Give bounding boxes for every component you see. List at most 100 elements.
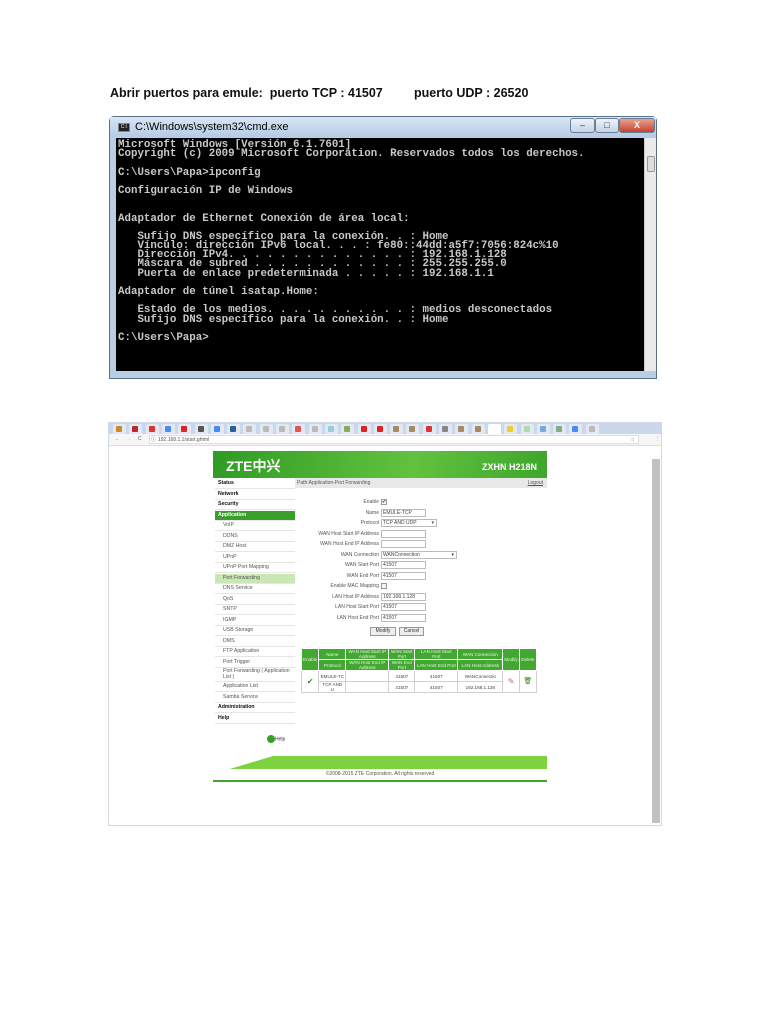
browser-tab[interactable]	[422, 424, 436, 434]
browser-tab[interactable]	[569, 424, 583, 434]
browser-tab[interactable]	[324, 424, 338, 434]
col-wan-connection: WAN Connection	[457, 648, 504, 660]
text-field[interactable]	[381, 529, 426, 538]
browser-tab[interactable]	[341, 424, 355, 434]
browser-tab[interactable]	[194, 424, 208, 434]
favicon-icon	[197, 426, 204, 432]
browser-tab[interactable]	[471, 424, 485, 434]
text-field[interactable]: 41507	[381, 613, 426, 622]
browser-tab[interactable]	[585, 424, 599, 434]
field-label: WAN Connection	[340, 551, 379, 558]
browser-tab[interactable]	[439, 424, 452, 434]
console-line: Configuración IP de Windows	[118, 184, 293, 197]
browser-tab[interactable]	[406, 424, 420, 434]
select-value: WANConnection	[383, 551, 420, 558]
browser-tab[interactable]	[487, 424, 501, 434]
browser-tab[interactable]	[292, 424, 306, 434]
cmd-scrollbar[interactable]	[644, 138, 656, 371]
browser-tab[interactable]	[373, 424, 387, 434]
table-row: ✔ EMULE-TC 41507 41507 WANConnectio ✎ 🗑	[300, 670, 537, 693]
browser-tab[interactable]	[504, 424, 518, 434]
col-lan-host-start-port: LAN Host Start Port	[414, 648, 459, 660]
favicon-icon	[213, 426, 220, 432]
favicon-icon	[393, 426, 400, 432]
browser-tab[interactable]	[390, 424, 404, 434]
text-field[interactable]	[381, 540, 426, 548]
field-label: Enable MAC Mapping	[330, 583, 379, 589]
close-button[interactable]: X	[619, 118, 655, 133]
select-value: TCP AND UDP	[383, 520, 417, 526]
browser-scrollbar[interactable]	[652, 459, 660, 823]
select-field[interactable]: WANConnection ▾	[381, 550, 457, 559]
favicon-icon	[327, 426, 334, 432]
document-title: Abrir puertos para emule: puerto TCP : 4…	[110, 86, 529, 100]
browser-tab[interactable]	[259, 424, 273, 434]
cell-lan-start-port: 41507	[414, 670, 459, 682]
browser-tab[interactable]	[227, 424, 241, 434]
star-icon[interactable]: ☆	[631, 436, 635, 444]
browser-tab[interactable]	[178, 424, 192, 434]
scrollbar-thumb[interactable]	[647, 156, 655, 172]
cancel-button[interactable]: Cancel	[399, 627, 424, 636]
browser-toolbar: ← → C ⓘ 192.168.1.1/start.ghtml ☆ ⋮	[109, 434, 661, 446]
select-field[interactable]: TCP AND UDP ▾	[381, 519, 437, 527]
maximize-button[interactable]: □	[595, 118, 619, 133]
favicon-icon	[474, 426, 481, 432]
cell-wan-end-port: 41507	[388, 681, 416, 693]
browser-tab[interactable]	[276, 424, 289, 434]
text-field[interactable]: EMULE-TCP	[381, 508, 426, 517]
cmd-titlebar[interactable]: C:\ C:\Windows\system32\cmd.exe – □ X	[110, 117, 656, 137]
table-row: TCP AND U 41507 41507 192.168.1.128	[302, 681, 537, 693]
forward-button[interactable]: →	[126, 436, 131, 442]
col-lan-host-address: LAN Host Address	[457, 659, 504, 671]
console-line: Puerta de enlace predeterminada . . . . …	[118, 267, 494, 280]
console-line: C:\Users\Papa>ipconfig	[118, 166, 261, 179]
cell-wan-host-start	[345, 670, 390, 682]
favicon-icon	[262, 426, 269, 432]
cmd-console[interactable]: Microsoft Windows [Versión 6.1.7601] Copy…	[116, 138, 644, 371]
cell-wan-host-end	[345, 681, 390, 693]
browser-tab[interactable]	[308, 424, 322, 434]
copyright: ©2008-2015 ZTE Corporation. All rights r…	[325, 771, 435, 777]
favicon-icon	[164, 426, 171, 432]
modify-button[interactable]: Modify	[370, 627, 396, 636]
checkbox[interactable]: ✔	[381, 499, 387, 505]
browser-tab[interactable]	[243, 424, 257, 434]
col-delete: Delete	[518, 648, 537, 671]
browser-tab[interactable]	[357, 424, 371, 434]
favicon-icon	[539, 426, 546, 432]
browser-tab[interactable]	[210, 424, 224, 434]
col-protocol: Protocol	[318, 659, 347, 671]
text-field[interactable]: 41507	[381, 571, 426, 580]
checkbox[interactable]	[381, 583, 387, 589]
url-text: 192.168.1.1/start.ghtml	[158, 437, 210, 443]
back-button[interactable]: ←	[115, 436, 120, 442]
cmd-window: C:\ C:\Windows\system32\cmd.exe – □ X Mi…	[109, 116, 657, 379]
console-line: Sufijo DNS específico para la conexión. …	[118, 313, 449, 326]
browser-tab[interactable]	[129, 424, 143, 434]
text-field[interactable]: 41507	[381, 603, 426, 611]
text-field[interactable]: 192.168.1.128	[381, 592, 426, 601]
port-forwarding-form: Enable ✔ Name EMULE-TCP Protocol TCP AND UDP ▾…	[213, 451, 547, 751]
browser-tab[interactable]	[455, 424, 469, 434]
browser-tab[interactable]	[520, 424, 534, 434]
cell-lan-host-address: 192.168.1.128	[457, 681, 504, 693]
text-field[interactable]: 41507	[381, 561, 426, 569]
browser-tab[interactable]	[161, 424, 175, 434]
browser-tab[interactable]	[113, 424, 126, 434]
browser-tab[interactable]	[145, 424, 159, 434]
address-bar[interactable]: ⓘ 192.168.1.1/start.ghtml ☆	[149, 435, 639, 444]
favicon-icon	[442, 426, 448, 432]
edit-icon[interactable]: ✎	[502, 670, 520, 693]
browser-tab[interactable]	[536, 424, 550, 434]
footer-line	[213, 780, 547, 782]
reload-button[interactable]: C	[138, 436, 142, 442]
favicon-icon	[425, 426, 432, 432]
delete-icon[interactable]: 🗑	[518, 670, 537, 693]
minimize-button[interactable]: –	[570, 118, 595, 133]
browser-tab[interactable]	[553, 424, 567, 434]
menu-icon[interactable]: ⋮	[655, 436, 660, 442]
console-line: Adaptador de túnel isatap.Home:	[118, 286, 319, 298]
info-icon: ⓘ	[151, 437, 157, 443]
